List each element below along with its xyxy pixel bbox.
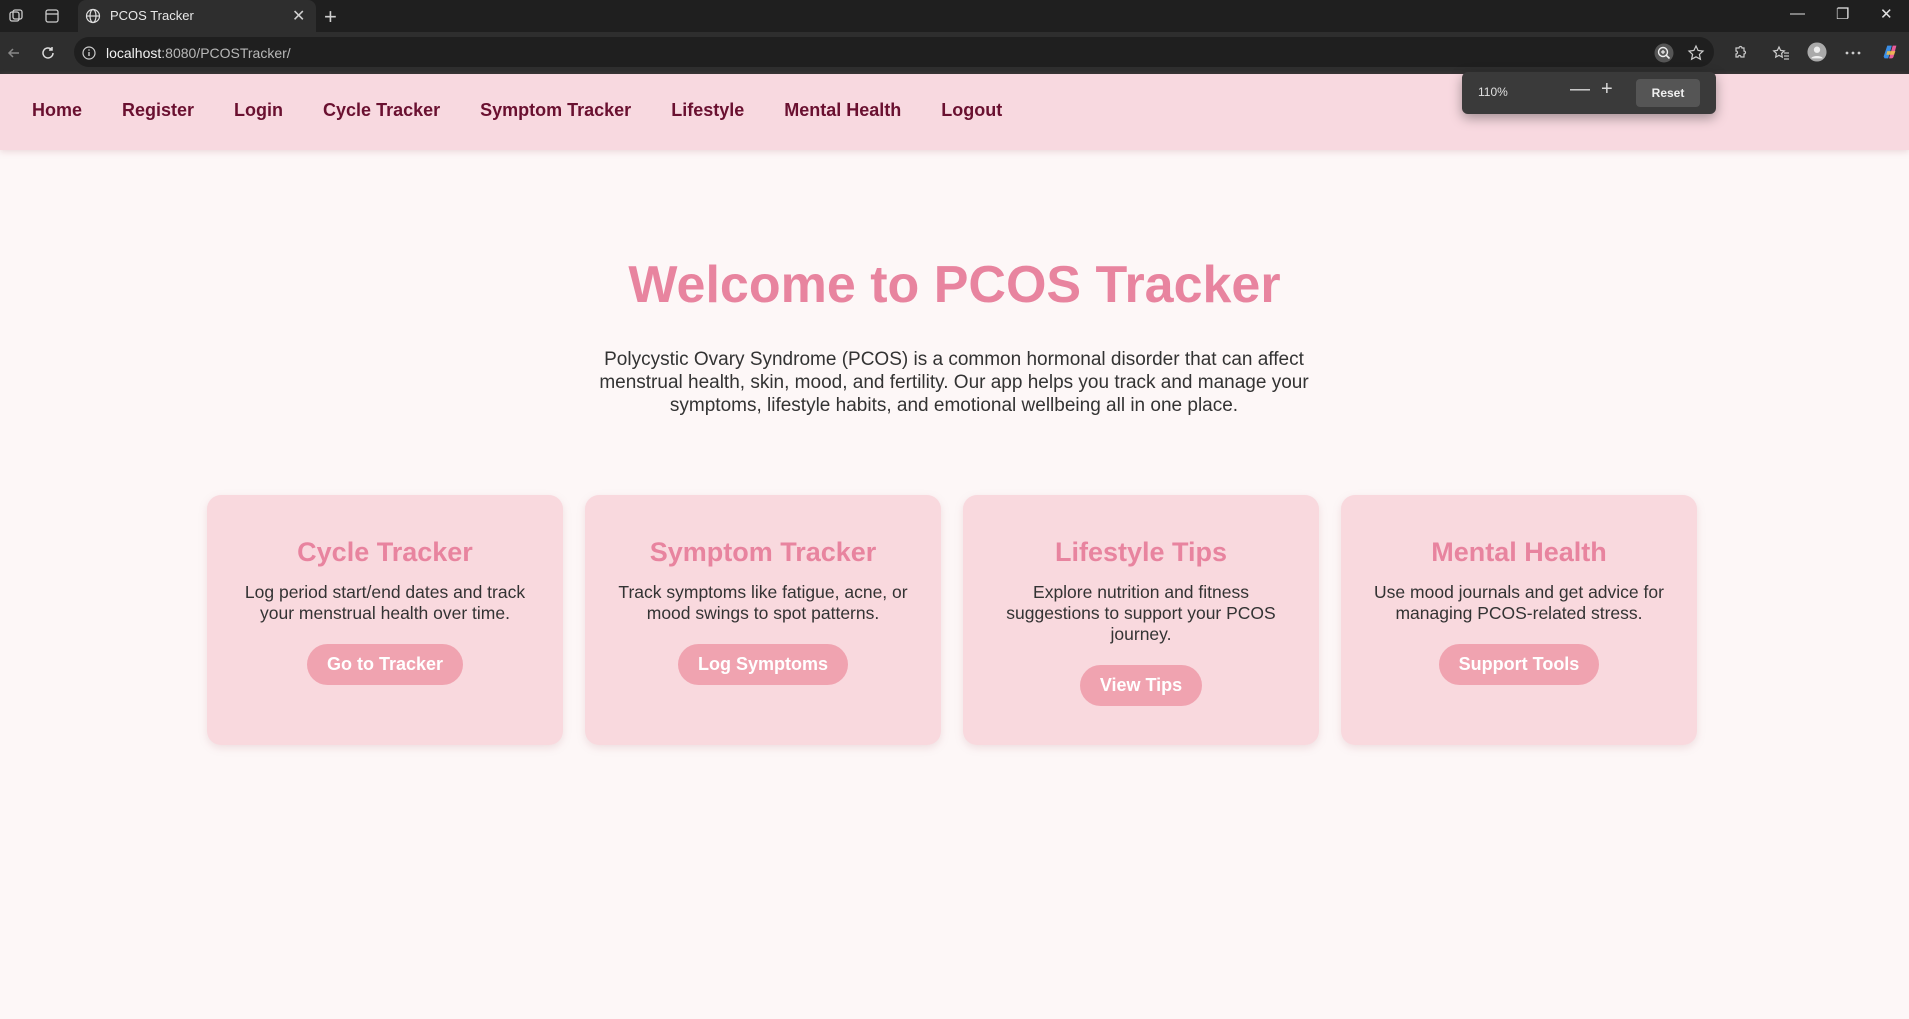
back-icon[interactable] bbox=[4, 43, 24, 63]
minimize-icon[interactable]: — bbox=[1790, 5, 1805, 22]
card-title: Symptom Tracker bbox=[649, 537, 877, 567]
go-to-tracker-button[interactable]: Go to Tracker bbox=[306, 644, 464, 685]
card-mental-health: Mental Health Use mood journals and get … bbox=[1341, 495, 1697, 745]
vertical-tabs-icon[interactable] bbox=[42, 6, 62, 26]
restore-icon[interactable]: ❐ bbox=[1836, 5, 1849, 23]
card-description: Log period start/end dates and track you… bbox=[244, 582, 526, 623]
url-path: :8080/PCOSTracker/ bbox=[161, 45, 291, 61]
refresh-icon[interactable] bbox=[38, 43, 58, 63]
url-text[interactable]: localhost:8080/PCOSTracker/ bbox=[106, 45, 291, 61]
card-title: Cycle Tracker bbox=[297, 537, 473, 567]
extensions-icon[interactable] bbox=[1730, 43, 1750, 63]
tab-title: PCOS Tracker bbox=[110, 8, 194, 23]
url-host: localhost bbox=[106, 45, 162, 61]
close-tab-icon[interactable]: ✕ bbox=[292, 6, 305, 26]
card-cycle-tracker: Cycle Tracker Log period start/end dates… bbox=[207, 495, 563, 745]
nav-link-cycle-tracker[interactable]: Cycle Tracker bbox=[323, 100, 440, 121]
favorites-icon[interactable] bbox=[1771, 43, 1791, 63]
nav-link-login[interactable]: Login bbox=[234, 100, 283, 121]
close-window-icon[interactable]: ✕ bbox=[1880, 5, 1893, 23]
card-title: Lifestyle Tips bbox=[1054, 537, 1228, 567]
globe-icon bbox=[83, 6, 103, 26]
nav-links: Home Register Login Cycle Tracker Sympto… bbox=[32, 100, 1002, 121]
new-tab-icon[interactable]: + bbox=[324, 4, 337, 30]
zoom-icon[interactable] bbox=[1654, 43, 1674, 63]
card-lifestyle-tips: Lifestyle Tips Explore nutrition and fit… bbox=[963, 495, 1319, 745]
workspaces-icon[interactable] bbox=[6, 6, 26, 26]
page-title: Welcome to PCOS Tracker bbox=[628, 256, 1281, 314]
zoom-popup: 110% — + Reset bbox=[1462, 72, 1716, 114]
support-tools-button[interactable]: Support Tools bbox=[1438, 644, 1600, 685]
view-tips-button[interactable]: View Tips bbox=[1079, 665, 1203, 706]
nav-link-register[interactable]: Register bbox=[122, 100, 194, 121]
log-symptoms-button[interactable]: Log Symptoms bbox=[677, 644, 848, 685]
site-info-icon[interactable] bbox=[79, 43, 99, 63]
card-title: Mental Health bbox=[1431, 537, 1607, 567]
feature-cards: Cycle Tracker Log period start/end dates… bbox=[207, 495, 1697, 745]
favorite-star-icon[interactable] bbox=[1686, 43, 1706, 63]
zoom-reset-button[interactable]: Reset bbox=[1636, 79, 1700, 107]
nav-link-lifestyle[interactable]: Lifestyle bbox=[671, 100, 744, 121]
card-description: Use mood journals and get advice for man… bbox=[1374, 582, 1664, 623]
nav-link-symptom-tracker[interactable]: Symptom Tracker bbox=[480, 100, 631, 121]
nav-link-logout[interactable]: Logout bbox=[941, 100, 1002, 121]
nav-link-mental-health[interactable]: Mental Health bbox=[784, 100, 901, 121]
card-description: Track symptoms like fatigue, acne, or mo… bbox=[618, 582, 908, 623]
profile-avatar-icon[interactable] bbox=[1807, 42, 1827, 62]
zoom-level: 110% bbox=[1478, 85, 1508, 99]
card-description: Explore nutrition and fitness suggestion… bbox=[1006, 582, 1276, 644]
nav-link-home[interactable]: Home bbox=[32, 100, 82, 121]
copilot-icon[interactable] bbox=[1880, 42, 1900, 62]
card-symptom-tracker: Symptom Tracker Track symptoms like fati… bbox=[585, 495, 941, 745]
browser-tab-bar: PCOS Tracker ✕ + — ❐ ✕ bbox=[0, 0, 1909, 32]
intro-text: Polycystic Ovary Syndrome (PCOS) is a co… bbox=[599, 349, 1309, 416]
address-bar[interactable] bbox=[74, 37, 1714, 67]
more-menu-icon[interactable] bbox=[1843, 43, 1863, 63]
browser-toolbar: localhost:8080/PCOSTracker/ bbox=[0, 32, 1909, 74]
zoom-in-icon[interactable]: + bbox=[1601, 78, 1613, 101]
zoom-out-icon[interactable]: — bbox=[1570, 78, 1590, 101]
